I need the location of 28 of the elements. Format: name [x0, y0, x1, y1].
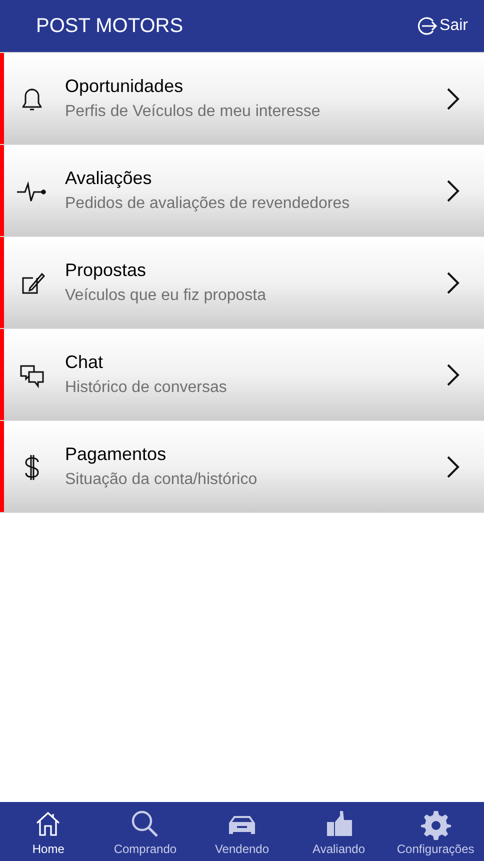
menu-subtitle: Histórico de conversas: [65, 378, 227, 398]
menu-title: Avaliações: [65, 166, 152, 190]
tab-button[interactable]: Home: [0, 808, 97, 856]
chevron-icon: [446, 454, 460, 478]
menu-subtitle: Veículos que eu fiz proposta: [65, 286, 266, 306]
logout-button[interactable]: Sair: [416, 14, 468, 38]
menu-row[interactable]: Propostas Veículos que eu fiz proposta: [0, 237, 484, 328]
tab-button[interactable]: Comprando: [96, 808, 194, 856]
menu-row[interactable]: Oportunidades Perfis de Veículos de meu interesse: [0, 53, 484, 144]
menu-title: Propostas: [65, 258, 146, 282]
menu-subtitle: Perfis de Veículos de meu interesse: [65, 102, 320, 122]
chevron-icon: [446, 270, 460, 294]
app-title: POST MOTORS: [36, 14, 184, 39]
chevron-icon: [446, 178, 460, 202]
menu-title: Chat: [65, 350, 104, 374]
menu-title: Pagamentos: [65, 442, 166, 466]
menu-subtitle: Situação da conta/histórico: [65, 470, 258, 490]
tab-button[interactable]: Avaliando: [290, 808, 388, 856]
logout-icon: [416, 15, 438, 37]
menu-row[interactable]: Avaliações Pedidos de avaliações de revendedores: [0, 145, 484, 236]
chevron-icon: [446, 86, 460, 110]
menu-subtitle: Pedidos de avaliações de revendedores: [65, 194, 350, 214]
menu-row[interactable]: Pagamentos Situação da conta/histórico: [0, 421, 484, 512]
chevron-icon: [446, 362, 460, 386]
menu-title: Oportunidades: [65, 74, 184, 98]
tab-button[interactable]: Vendendo: [194, 808, 290, 856]
menu-row[interactable]: Chat Histórico de conversas: [0, 329, 484, 420]
tab-button[interactable]: Configurações: [387, 808, 484, 856]
